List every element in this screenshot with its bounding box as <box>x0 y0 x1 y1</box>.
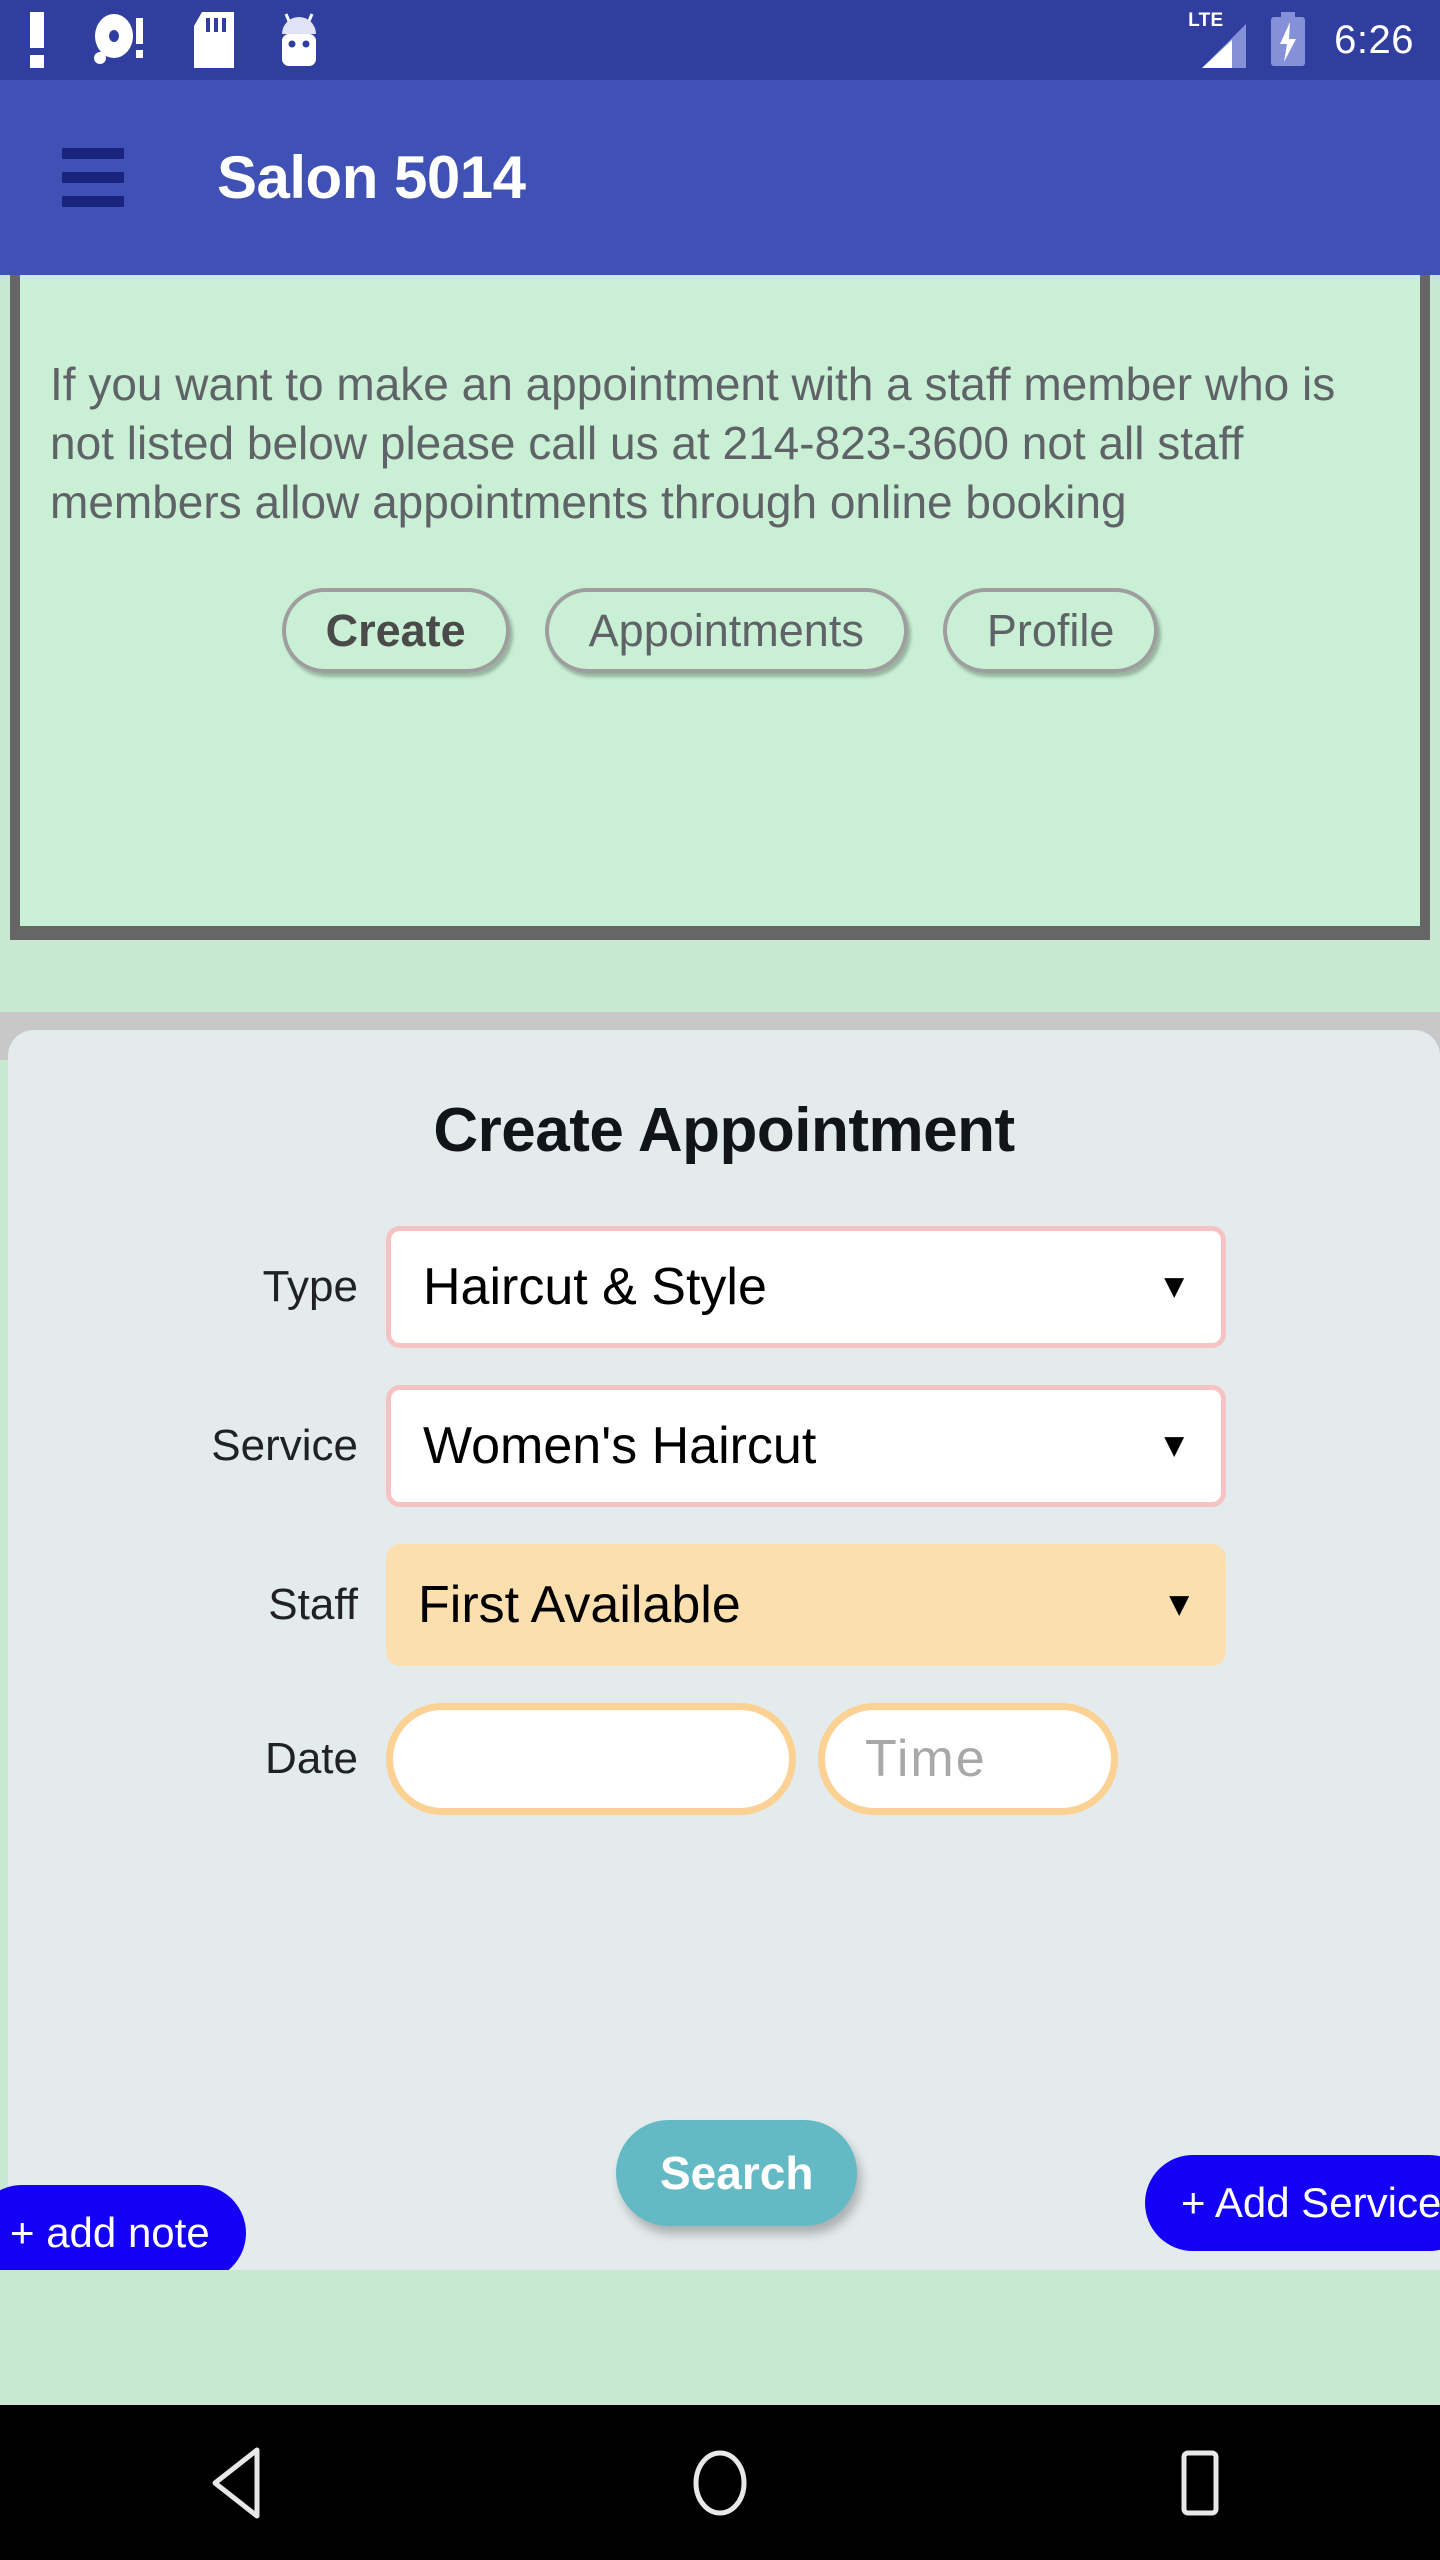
android-nav-bar <box>0 2405 1440 2560</box>
notice-banner: If you want to make an appointment with … <box>10 275 1430 940</box>
back-triangle-icon[interactable] <box>180 2423 300 2543</box>
tab-bar: Create Appointments Profile <box>20 587 1420 674</box>
chevron-down-icon: ▼ <box>1162 1585 1196 1624</box>
service-select[interactable]: Women's Haircut ▼ <box>386 1385 1226 1507</box>
status-bar-clock: 6:26 <box>1334 17 1414 62</box>
form-row-staff: Staff First Available ▼ <box>8 1544 1440 1666</box>
home-circle-icon[interactable] <box>660 2423 780 2543</box>
type-select-value: Haircut & Style <box>423 1258 767 1316</box>
chevron-down-icon: ▼ <box>1157 1267 1191 1306</box>
page-title: Salon 5014 <box>217 144 526 211</box>
time-input-placeholder: Time <box>865 1730 987 1788</box>
card-title: Create Appointment <box>433 1096 1015 1165</box>
action-button-row: + add note Search + Add Service <box>0 2095 1440 2281</box>
battery-charging-icon <box>1271 12 1306 66</box>
android-robot-icon <box>282 13 316 66</box>
staff-select[interactable]: First Available ▼ <box>386 1544 1226 1666</box>
notice-text: If you want to make an appointment with … <box>50 358 1336 528</box>
staff-label: Staff <box>268 1580 358 1629</box>
status-bar-left-icons <box>26 12 324 68</box>
recents-square-icon[interactable] <box>1140 2423 1260 2543</box>
add-note-button[interactable]: + add note <box>0 2185 246 2281</box>
status-bar-right-icons: LTE 6:26 <box>1188 10 1414 68</box>
type-select[interactable]: Haircut & Style ▼ <box>386 1226 1226 1348</box>
disc-warning-icon <box>94 14 143 64</box>
staff-select-value: First Available <box>418 1576 741 1634</box>
tab-profile[interactable]: Profile <box>942 587 1159 674</box>
alert-exclamation-icon <box>30 12 44 68</box>
notice-banner-region: If you want to make an appointment with … <box>0 275 1440 955</box>
sd-card-icon <box>194 12 234 68</box>
hamburger-menu-icon[interactable] <box>62 148 124 207</box>
time-input[interactable]: Time <box>818 1703 1118 1815</box>
tab-appointments[interactable]: Appointments <box>544 587 908 674</box>
tab-create[interactable]: Create <box>281 587 510 674</box>
service-select-value: Women's Haircut <box>423 1417 817 1475</box>
signal-bars-icon: LTE <box>1188 10 1250 68</box>
type-label: Type <box>262 1262 358 1311</box>
form-row-date: Date Time <box>8 1703 1440 1815</box>
appointment-form: Type Haircut & Style ▼ Service Women's H… <box>8 1226 1440 1815</box>
create-appointment-card: Create Appointment Type Haircut & Style … <box>0 1030 1440 2281</box>
add-service-button[interactable]: + Add Service <box>1145 2155 1440 2251</box>
search-button[interactable]: Search <box>616 2120 858 2226</box>
form-row-service: Service Women's Haircut ▼ <box>8 1385 1440 1507</box>
page-background-footer <box>0 2270 1440 2405</box>
chevron-down-icon: ▼ <box>1157 1426 1191 1465</box>
form-row-type: Type Haircut & Style ▼ <box>8 1226 1440 1348</box>
status-bar: LTE 6:26 <box>0 0 1440 80</box>
date-input[interactable] <box>386 1703 796 1815</box>
service-label: Service <box>211 1421 358 1470</box>
app-bar: Salon 5014 <box>0 80 1440 275</box>
phone-screen: LTE 6:26 Salon 5014 If you want to make … <box>0 0 1440 2560</box>
date-label: Date <box>265 1734 358 1783</box>
